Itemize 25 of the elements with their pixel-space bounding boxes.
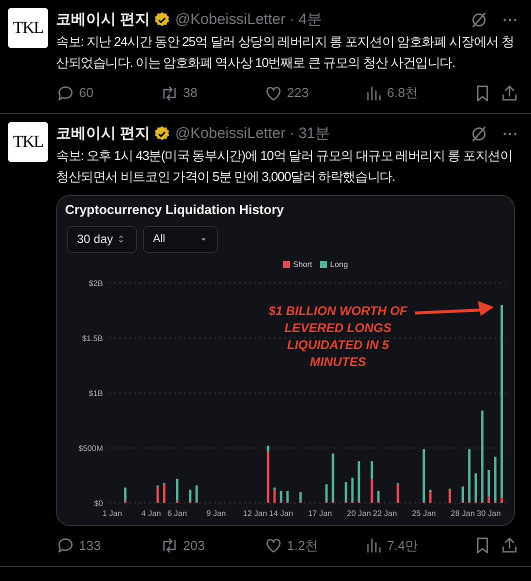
axis-label: 14 Jan	[269, 508, 294, 518]
axis-label: $2B	[88, 278, 103, 288]
axis-label: 17 Jan	[308, 508, 332, 518]
post-text: 속보: 오후 1시 43분(미국 동부시간)에 10억 달러 규모의 대규모 레버리지 롱 포지션이 청산되면서 비트코인 가격이 5분 만에 3,000달러 하락했습니다.	[56, 147, 514, 186]
axis-label: 28 Jan	[450, 508, 475, 518]
axis-label: 20 Jan	[346, 508, 371, 518]
axis-label: 30 Jan	[476, 508, 501, 518]
axis-label: 25 Jan	[412, 508, 436, 518]
axis-label: $1B	[88, 388, 103, 398]
axis-label: 12 Jan	[243, 508, 268, 518]
axis-label: 1 Jan	[102, 508, 122, 518]
separator-dot: ·	[289, 124, 294, 144]
separator-dot: ·	[289, 10, 294, 30]
axis-label: 6 Jan	[167, 508, 187, 518]
axis-label: $0	[94, 498, 103, 508]
legend-label: Short	[293, 258, 312, 270]
chart-title: Cryptocurrency Liquidation History	[64, 201, 285, 219]
axis-label: $1.5B	[82, 334, 103, 342]
axis-label: 4 Jan	[141, 508, 161, 518]
axis-label: 22 Jan	[372, 508, 397, 518]
axis-label: 9 Jan	[206, 508, 226, 518]
annotation-text: $1 BILLION WORTH OF LEVERED LONGS LIQUIDATED IN 5 MINUTES	[268, 302, 408, 370]
axis-label: $500M	[78, 444, 103, 452]
legend-label: Long	[330, 258, 348, 270]
post-text: 속보: 지난 24시간 동안 25억 달러 상당의 레버리지 롱 포지션이 암호화폐 시장에서 청산되었습니다. 이는 암호화폐 역사상 10번째로 큰 규모의 청산 사건입니다.	[56, 33, 515, 72]
